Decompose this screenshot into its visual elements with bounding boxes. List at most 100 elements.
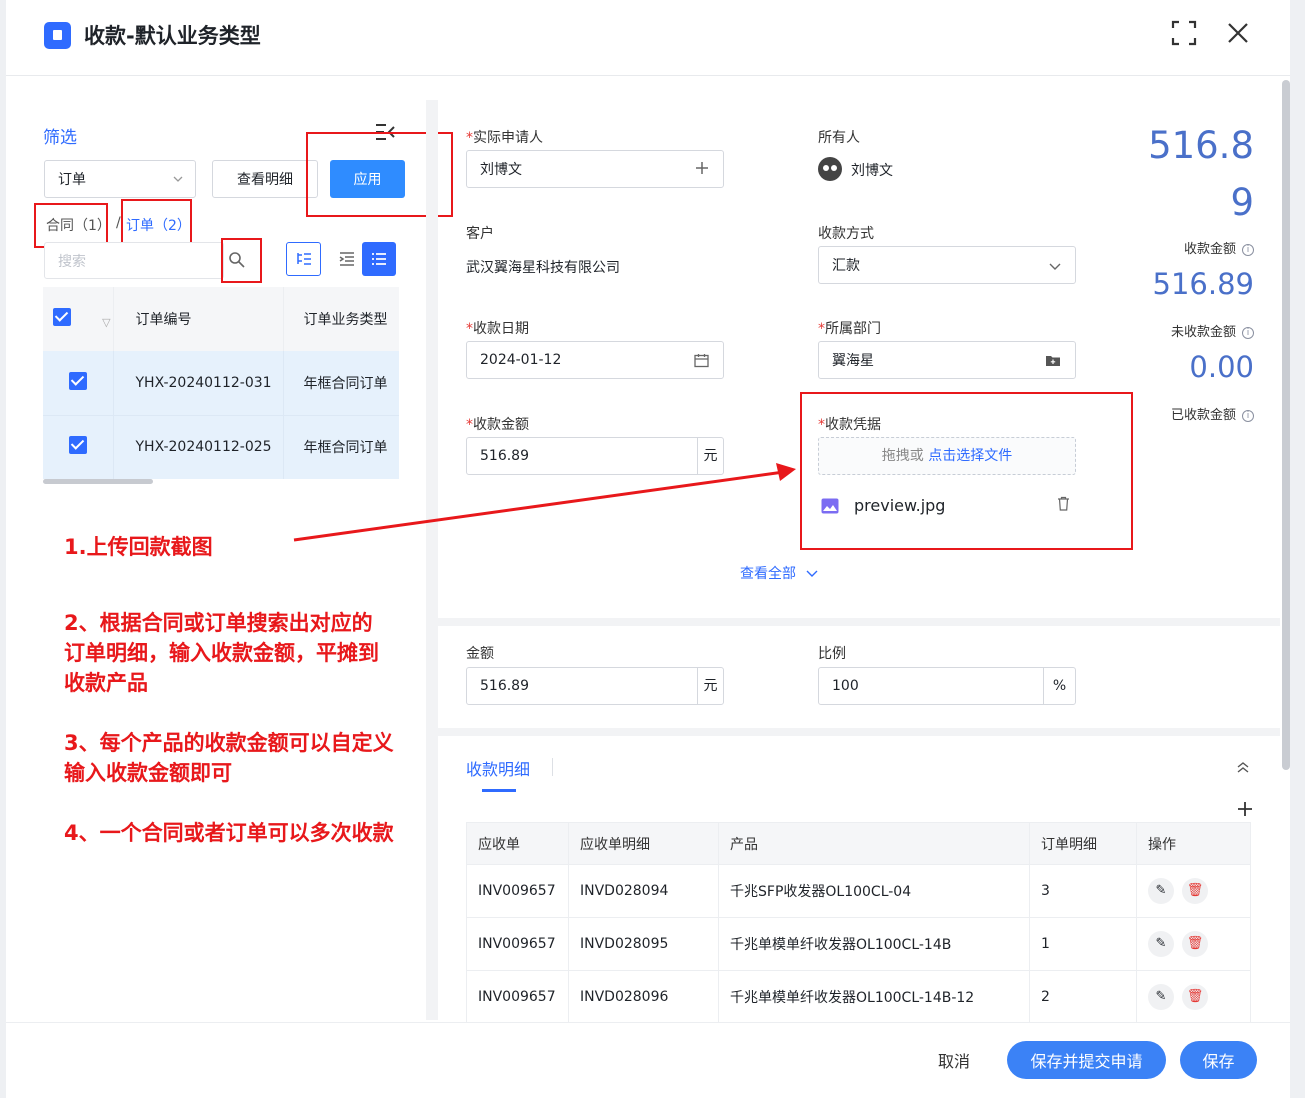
dept-label: *所属部门 [818,321,881,337]
cell-order-detail: 3 [1029,864,1137,918]
section-divider [438,728,1280,736]
save-button[interactable]: 保存 [1180,1041,1257,1079]
indent-view-icon[interactable] [329,242,364,276]
payment-modal: 收款-默认业务类型 筛选 订单 查看明细 应用 合同（1） / 订单（2） 搜索 [6,0,1290,1098]
edit-icon[interactable]: ✎ [1148,984,1174,1010]
highlight-box-voucher [800,392,1133,550]
owner-value: 刘博文 [851,163,893,179]
type-select-value: 订单 [58,172,86,188]
split-amount-label: 金额 [466,646,494,662]
customer-label: 客户 [466,226,494,242]
unreceived-value: 516.89 [1152,267,1254,301]
cell-order-no: YHX-20240112-025 [113,415,284,479]
order-table: ▽ 订单编号 订单业务类型 YHX-20240112-031 年框合同订单 YH… [43,287,399,479]
method-value: 汇款 [832,258,860,274]
vertical-scrollbar[interactable] [1282,80,1290,770]
cell-actions: ✎ 🗑 [1136,864,1251,918]
cell-receivable: INV009657 [466,917,569,971]
modal-header: 收款-默认业务类型 [6,0,1290,76]
cell-receivable-detail: INVD028095 [568,917,719,971]
filter-panel: 筛选 订单 查看明细 应用 合同（1） / 订单（2） 搜索 ▽ 订单编号 订单… [6,77,453,1027]
edit-icon[interactable]: ✎ [1148,878,1174,904]
avatar [818,157,842,181]
view-all-link[interactable]: 查看全部 [740,563,818,583]
row-checkbox[interactable] [43,351,114,415]
tab-payment-detail[interactable]: 收款明细 [466,756,530,780]
table-row[interactable]: INV009657 INVD028095 千兆单模单纤收发器OL100CL-14… [466,917,1251,971]
received-amount-value: 516.8 9 [1148,124,1254,224]
date-value: 2024-01-12 [480,352,562,368]
cell-product: 千兆SFP收发器OL100CL-04 [718,864,1030,918]
tree-view-icon[interactable] [286,242,321,276]
table-row[interactable]: YHX-20240112-031 年框合同订单 [43,351,399,415]
cell-receivable: INV009657 [466,864,569,918]
add-row-icon[interactable] [1237,801,1253,821]
calendar-icon[interactable] [694,353,709,372]
unreceived-label: 未收款金额 i [1171,321,1254,340]
info-icon: i [1242,243,1254,256]
section-divider [438,618,1280,626]
amount-unit: 元 [697,438,723,474]
expand-icon[interactable] [1168,20,1200,52]
payment-detail-table: 应收单 应收单明细 产品 订单明细 操作 INV009657 INVD02809… [466,822,1251,1024]
col-product: 产品 [718,822,1030,865]
cell-order-no: YHX-20240112-031 [113,351,284,415]
owner-label: 所有人 [818,130,860,146]
highlight-box-order [121,199,192,244]
amount-value: 516.89 [480,448,529,464]
list-view-icon[interactable] [362,242,396,276]
chevron-down-icon [806,570,818,577]
annotation-4: 4、一个合同或者订单可以多次收款 [64,821,394,845]
table-row[interactable]: INV009657 INVD028094 千兆SFP收发器OL100CL-04 … [466,864,1251,918]
method-select[interactable]: 汇款 [818,246,1076,284]
filter-title: 筛选 [43,128,77,148]
edit-icon[interactable]: ✎ [1148,931,1174,957]
col-receivable: 应收单 [466,822,569,865]
col-order-type: 订单业务类型 [303,312,388,328]
view-detail-button[interactable]: 查看明细 [212,160,318,198]
table-row[interactable]: INV009657 INVD028096 千兆单模单纤收发器OL100CL-14… [466,970,1251,1024]
col-receivable-detail: 应收单明细 [568,822,719,865]
type-select[interactable]: 订单 [44,160,196,198]
dept-value: 翼海星 [832,353,874,369]
chevron-up-icon[interactable] [1236,759,1250,778]
customer-value: 武汉翼海星科技有限公司 [466,260,620,276]
form-area: *实际申请人 刘博文 所有人 刘博文 客户 武汉翼海星科技有限公司 收款方式 汇… [438,77,1280,1027]
annotation-2: 2、根据合同或订单搜索出对应的 订单明细，输入收款金额，平摊到 收款产品 [64,611,379,695]
annotation-3: 3、每个产品的收款金额可以自定义 输入收款金额即可 [64,731,394,785]
row-checkbox[interactable] [43,415,114,479]
split-amount-field[interactable]: 516.89 元 [466,667,724,705]
amount-field[interactable]: 516.89 元 [466,437,724,475]
cell-actions: ✎ 🗑 [1136,917,1251,971]
horizontal-scrollbar[interactable] [43,479,153,484]
cancel-button[interactable]: 取消 [918,1041,990,1079]
info-icon: i [1242,326,1254,339]
delete-icon[interactable]: 🗑 [1182,878,1208,904]
ratio-value: 100 [832,678,859,694]
ratio-field[interactable]: 100 % [818,667,1076,705]
view-all-label: 查看全部 [740,566,796,582]
col-order-no: 订单编号 [113,287,284,351]
split-amount-unit: 元 [697,668,723,704]
date-field[interactable]: 2024-01-12 [466,341,724,379]
modal-title: 收款-默认业务类型 [84,24,261,48]
modal-footer: 取消 保存并提交申请 保存 [6,1022,1290,1098]
search-input[interactable]: 搜索 [44,242,224,279]
cell-product: 千兆单模单纤收发器OL100CL-14B [718,917,1030,971]
applicant-field[interactable]: 刘博文 [466,150,724,188]
plus-icon[interactable] [695,161,709,179]
delete-icon[interactable]: 🗑 [1182,931,1208,957]
dept-field[interactable]: 翼海星 [818,341,1076,379]
collected-value: 0.00 [1189,350,1254,384]
cell-receivable: INV009657 [466,970,569,1024]
save-submit-button[interactable]: 保存并提交申请 [1007,1041,1166,1079]
select-all-checkbox[interactable]: ▽ [43,287,114,351]
delete-icon[interactable]: 🗑 [1182,984,1208,1010]
chevron-down-icon [173,172,183,188]
cell-order-type: 年框合同订单 [303,375,388,392]
cell-order-detail: 1 [1029,917,1137,971]
folder-plus-icon[interactable] [1045,354,1061,371]
method-label: 收款方式 [818,226,874,242]
cell-product: 千兆单模单纤收发器OL100CL-14B-12 [718,970,1030,1024]
close-icon[interactable] [1222,20,1254,52]
